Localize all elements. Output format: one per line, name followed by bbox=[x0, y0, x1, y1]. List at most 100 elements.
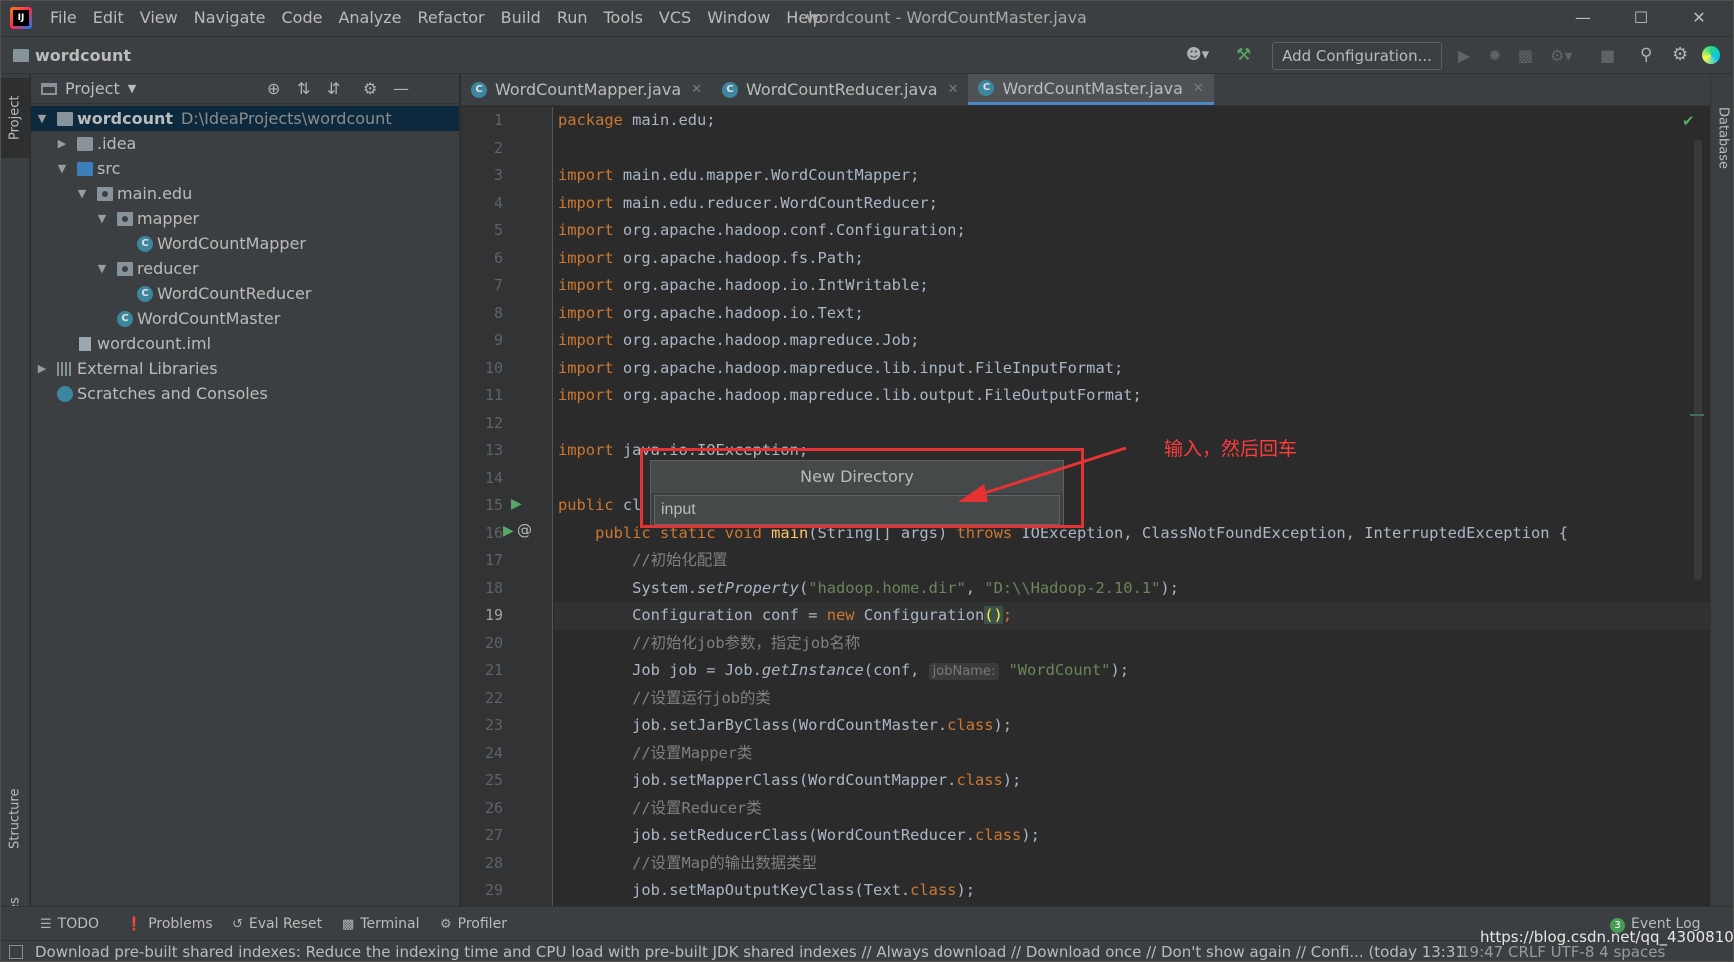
tree-item-src[interactable]: ▼ src bbox=[31, 156, 459, 181]
expand-all-icon[interactable]: ⇅ bbox=[297, 79, 310, 98]
tree-item-wordcountmaster[interactable]: C WordCountMaster bbox=[31, 306, 459, 331]
menu-analyze[interactable]: Analyze bbox=[330, 0, 409, 36]
tree-item-wordcountmapper[interactable]: C WordCountMapper bbox=[31, 231, 459, 256]
line-number: 9 bbox=[493, 331, 503, 349]
tab-wordcountmaster[interactable]: C WordCountMaster.java ✕ bbox=[968, 74, 1214, 105]
todo-tool-button[interactable]: ☰ TODO bbox=[40, 907, 99, 942]
tree-item-wordcount[interactable]: ▼ wordcount D:\IdeaProjects\wordcount bbox=[31, 106, 459, 131]
menu-run[interactable]: Run bbox=[549, 0, 596, 36]
tree-item-wordcount-iml[interactable]: wordcount.iml bbox=[31, 331, 459, 356]
chevron-right-icon[interactable]: ▶ bbox=[55, 131, 69, 156]
tree-item-external-libraries[interactable]: ▶ External Libraries bbox=[31, 356, 459, 381]
inspection-ok-icon[interactable]: ✔ bbox=[1682, 112, 1695, 130]
tree-item-scratches[interactable]: Scratches and Consoles bbox=[31, 381, 459, 406]
stop-icon[interactable]: ■ bbox=[1600, 46, 1615, 65]
chevron-down-icon[interactable]: ▼ bbox=[55, 156, 69, 181]
menu-view[interactable]: View bbox=[132, 0, 186, 36]
line-number-current: 19 bbox=[484, 606, 503, 624]
gear-icon[interactable]: ⚙ bbox=[363, 79, 377, 98]
menu-window[interactable]: Window bbox=[699, 0, 778, 36]
code-line-27: job.setReducerClass(WordCountReducer.cla… bbox=[558, 826, 1040, 844]
tab-database-tool[interactable]: Database bbox=[1711, 88, 1734, 188]
breadcrumb-project[interactable]: wordcount bbox=[35, 46, 131, 65]
close-icon[interactable]: ✕ bbox=[691, 82, 702, 97]
tab-wordcountmapper[interactable]: C WordCountMapper.java ✕ bbox=[461, 74, 712, 105]
status-message[interactable]: Download pre-built shared indexes: Reduc… bbox=[35, 941, 1465, 962]
list-icon: ☰ bbox=[40, 917, 52, 932]
gear-icon[interactable]: ⚙ bbox=[1672, 44, 1688, 65]
line-number: 7 bbox=[493, 276, 503, 294]
eval-reset-tool-button[interactable]: ↺ Eval Reset bbox=[232, 907, 322, 942]
line-number: 16 bbox=[484, 523, 503, 542]
menu-file[interactable]: File bbox=[42, 0, 85, 36]
debug-icon[interactable]: ✹ bbox=[1488, 46, 1501, 65]
tree-label: WordCountReducer bbox=[157, 284, 312, 303]
menu-build[interactable]: Build bbox=[493, 0, 549, 36]
left-tool-strip: Project Structure Favorites bbox=[0, 74, 30, 956]
chevron-down-icon[interactable]: ▼ bbox=[75, 181, 89, 206]
menu-tools[interactable]: Tools bbox=[596, 0, 651, 36]
project-panel: Project ▼ ⊕ ⇅ ⇵ ⚙ — ▼ wordcount D:\IdeaPr… bbox=[31, 74, 460, 906]
tree-item-mapper[interactable]: ▼ mapper bbox=[31, 206, 459, 231]
maximize-icon[interactable]: ☐ bbox=[1618, 0, 1664, 36]
code-line-1: package main.edu; bbox=[558, 111, 716, 129]
add-configuration-button[interactable]: Add Configuration... bbox=[1272, 42, 1442, 70]
menu-edit[interactable]: Edit bbox=[85, 0, 132, 36]
project-view-icon bbox=[41, 82, 57, 95]
code-line-25: job.setMapperClass(WordCountMapper.class… bbox=[558, 771, 1022, 789]
line-number: 3 bbox=[493, 166, 503, 184]
editor-scrollbar[interactable] bbox=[1694, 140, 1702, 580]
close-icon[interactable]: ✕ bbox=[948, 82, 959, 97]
info-icon: ❗ bbox=[126, 917, 143, 932]
menu-navigate[interactable]: Navigate bbox=[186, 0, 274, 36]
profiler-tool-button[interactable]: ⚙ Profiler bbox=[440, 907, 507, 942]
editor-tab-bar: C WordCountMapper.java ✕ C WordCountRedu… bbox=[461, 74, 1734, 106]
tab-structure-tool[interactable]: Structure bbox=[0, 774, 30, 864]
tab-label: WordCountReducer.java bbox=[746, 80, 938, 99]
build-hammer-icon[interactable]: ⚒ bbox=[1236, 45, 1251, 65]
problems-tool-button[interactable]: ❗ Problems bbox=[126, 907, 213, 942]
run-gutter-icon[interactable]: ▶ bbox=[503, 523, 514, 539]
code-line-11: import org.apache.hadoop.mapreduce.lib.o… bbox=[558, 386, 1142, 404]
menu-vcs[interactable]: VCS bbox=[651, 0, 699, 36]
code-line-5: import org.apache.hadoop.conf.Configurat… bbox=[558, 221, 966, 239]
tree-item-main-edu[interactable]: ▼ main.edu bbox=[31, 181, 459, 206]
code-line-21: Job job = Job.getInstance(conf, jobName:… bbox=[558, 661, 1129, 680]
hide-panel-icon[interactable]: — bbox=[393, 79, 409, 98]
tree-item-wordcountreducer[interactable]: C WordCountReducer bbox=[31, 281, 459, 306]
tree-item-reducer[interactable]: ▼ reducer bbox=[31, 256, 459, 281]
tree-item-idea[interactable]: ▶ .idea bbox=[31, 131, 459, 156]
chevron-down-icon[interactable]: ▼ bbox=[128, 82, 136, 95]
chevron-down-icon[interactable]: ▼ bbox=[95, 256, 109, 281]
tab-label: WordCountMapper.java bbox=[495, 80, 682, 99]
window-layout-icon[interactable] bbox=[9, 945, 23, 959]
minimize-icon[interactable]: — bbox=[1560, 0, 1606, 36]
status-bar: Download pre-built shared indexes: Reduc… bbox=[0, 940, 1734, 962]
menu-refactor[interactable]: Refactor bbox=[410, 0, 493, 36]
run-icon[interactable]: ▶ bbox=[1458, 46, 1470, 65]
coverage-icon[interactable]: ▩ bbox=[1518, 46, 1533, 65]
collapse-all-icon[interactable]: ⇵ bbox=[327, 79, 340, 98]
change-marker bbox=[1690, 414, 1704, 416]
tab-wordcountreducer[interactable]: C WordCountReducer.java ✕ bbox=[712, 74, 968, 105]
chevron-down-icon[interactable]: ▼ bbox=[35, 106, 49, 131]
tree-label: wordcount bbox=[77, 109, 174, 128]
tab-project-tool[interactable]: Project bbox=[0, 78, 30, 158]
project-view-selector[interactable]: Project bbox=[65, 79, 120, 98]
tree-label: reducer bbox=[137, 259, 199, 278]
locate-file-icon[interactable]: ⊕ bbox=[267, 79, 280, 98]
profile-icon[interactable]: ⚙▾ bbox=[1550, 46, 1572, 65]
chevron-down-icon[interactable]: ▼ bbox=[95, 206, 109, 231]
user-icon[interactable]: ☻▾ bbox=[1186, 45, 1218, 67]
chevron-right-icon[interactable]: ▶ bbox=[35, 356, 49, 381]
source-folder-icon bbox=[77, 162, 93, 176]
tree-label: WordCountMaster bbox=[137, 309, 281, 328]
search-icon[interactable]: ⚲ bbox=[1640, 45, 1652, 65]
close-window-icon[interactable]: ✕ bbox=[1676, 0, 1722, 36]
terminal-tool-button[interactable]: ▩ Terminal bbox=[342, 907, 419, 942]
line-number: 2 bbox=[493, 138, 503, 157]
run-gutter-icon[interactable]: ▶ bbox=[511, 496, 522, 512]
menu-code[interactable]: Code bbox=[274, 0, 331, 36]
close-icon[interactable]: ✕ bbox=[1193, 81, 1204, 96]
ide-update-icon[interactable] bbox=[1702, 46, 1720, 64]
